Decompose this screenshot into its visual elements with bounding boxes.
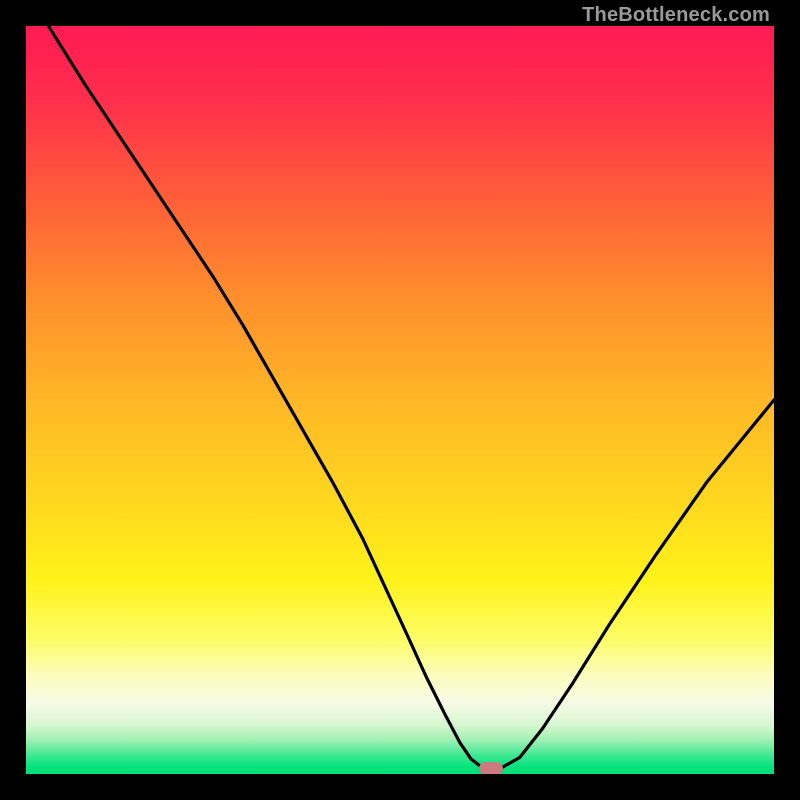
chart-stage: TheBottleneck.com bbox=[0, 0, 800, 800]
bottleneck-curve bbox=[48, 26, 774, 768]
plot-area bbox=[26, 26, 774, 774]
curve-layer bbox=[26, 26, 774, 774]
optimum-marker bbox=[479, 762, 503, 774]
watermark-text: TheBottleneck.com bbox=[582, 4, 770, 27]
